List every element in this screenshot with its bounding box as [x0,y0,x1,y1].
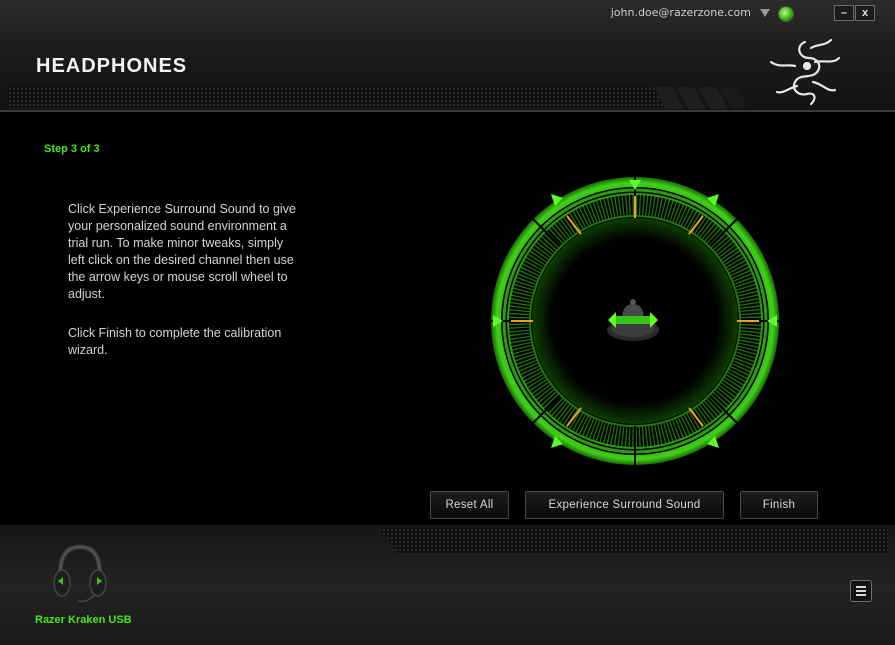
minimize-button[interactable]: – [834,5,854,21]
menu-button[interactable] [850,580,872,602]
chevron-down-icon[interactable] [760,9,770,17]
razer-logo-icon [769,38,841,106]
page-title: HEADPHONES [36,55,188,77]
status-orb-icon[interactable] [778,6,794,22]
menu-icon-line [856,594,866,596]
account-email[interactable]: john.doe@razerzone.com [611,6,751,19]
header-slices [654,87,745,109]
reset-all-button[interactable]: Reset All [430,491,509,519]
listener-icon [607,299,659,341]
menu-icon-line [856,590,866,592]
close-button[interactable]: x [855,5,875,21]
instruction-text: Click Experience Surround Sound to give … [68,202,296,301]
experience-surround-sound-button[interactable]: Experience Surround Sound [525,491,724,519]
step-indicator: Step 3 of 3 [44,143,100,155]
finish-instruction-text: Click Finish to complete the calibration… [68,326,282,357]
footer-mesh-strip [378,528,888,554]
menu-icon [856,586,866,588]
device-name: Razer Kraken USB [35,614,132,626]
finish-button[interactable]: Finish [740,491,818,519]
headset-icon[interactable] [50,541,110,605]
